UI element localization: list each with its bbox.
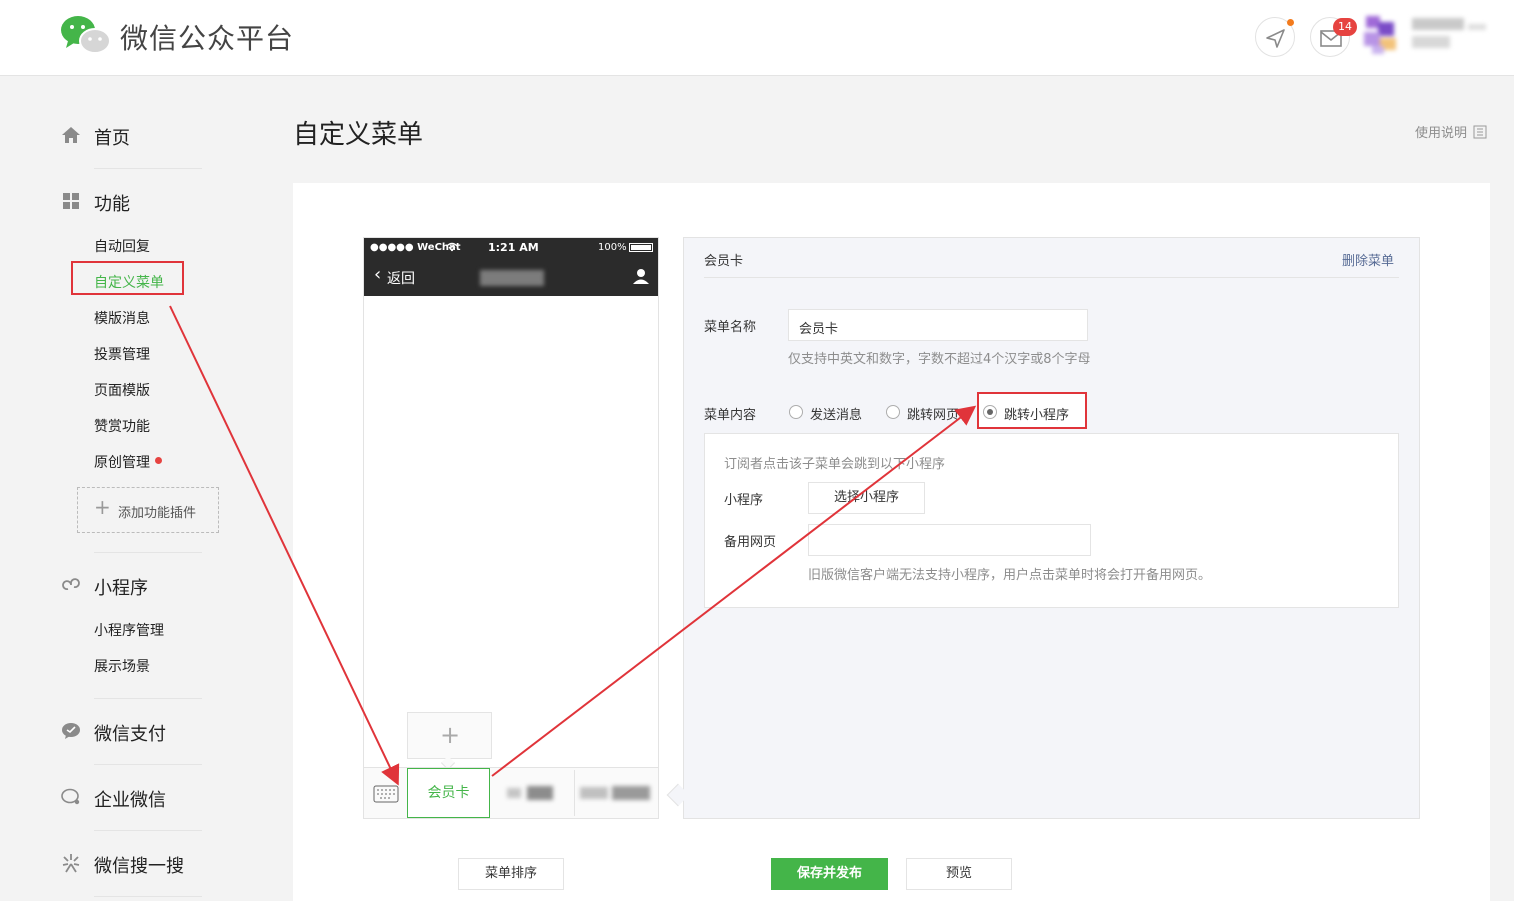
editor-heading: 会员卡 bbox=[704, 254, 744, 269]
save-publish-button[interactable]: 保存并发布 bbox=[771, 858, 888, 890]
sidebar-item-template-message[interactable]: 模版消息 bbox=[94, 308, 150, 328]
backup-page-label: 备用网页 bbox=[724, 535, 777, 550]
submenu-plus-icon: + bbox=[440, 721, 461, 749]
sidebar-wechat-search-label: 微信搜一搜 bbox=[94, 856, 184, 877]
sidebar-enterprise-wechat-label: 企业微信 bbox=[94, 790, 166, 811]
miniprogram-label: 小程序 bbox=[724, 493, 764, 508]
help-link-label: 使用说明 bbox=[1415, 126, 1468, 141]
plus-icon: + bbox=[94, 495, 111, 519]
wechat-search-icon bbox=[62, 854, 80, 873]
sidebar-item-original[interactable]: 原创管理 bbox=[94, 452, 150, 472]
delete-menu-link[interactable]: 删除菜单 bbox=[1342, 250, 1394, 269]
option-jump-webpage-label[interactable]: 跳转网页 bbox=[907, 404, 959, 423]
divider bbox=[94, 896, 202, 897]
sidebar-item-reward[interactable]: 赞赏功能 bbox=[94, 416, 150, 436]
page-title: 自定义菜单 bbox=[293, 120, 424, 150]
platform-title: 微信公众平台 bbox=[120, 22, 295, 55]
phone-time: 1:21 AM bbox=[488, 241, 539, 254]
miniprogram-description: 订阅者点击该子菜单会跳到以下小程序 bbox=[724, 457, 946, 472]
sidebar-item-vote[interactable]: 投票管理 bbox=[94, 344, 150, 364]
backup-page-input[interactable] bbox=[808, 524, 1091, 556]
menu-name-value: 会员卡 bbox=[799, 322, 839, 337]
divider bbox=[94, 552, 202, 553]
menu-name-input[interactable]: 会员卡 bbox=[788, 309, 1088, 341]
back-chevron-icon: ‹ bbox=[374, 264, 382, 285]
phone-battery-text: 100% bbox=[598, 242, 627, 253]
enterprise-wechat-icon bbox=[61, 788, 80, 805]
menu-sort-button[interactable]: 菜单排序 bbox=[458, 858, 564, 890]
top-header: 微信公众平台 14 bbox=[0, 0, 1514, 76]
sidebar-item-miniprogram-manage[interactable]: 小程序管理 bbox=[94, 620, 164, 640]
red-dot-indicator bbox=[155, 457, 162, 464]
menu-item-3-blurred[interactable] bbox=[578, 784, 654, 802]
add-plugin-button[interactable]: + 添加功能插件 bbox=[77, 487, 219, 533]
divider bbox=[94, 764, 202, 765]
menu-item-2-blurred[interactable] bbox=[505, 784, 557, 802]
miniprogram-icon bbox=[62, 578, 80, 590]
add-submenu-button[interactable]: + bbox=[407, 712, 492, 759]
radio-jump-webpage[interactable] bbox=[886, 405, 900, 419]
backup-page-hint: 旧版微信客户端无法支持小程序，用户点击菜单时将会打开备用网页。 bbox=[808, 568, 1212, 583]
sidebar-item-page-template[interactable]: 页面模版 bbox=[94, 380, 150, 400]
grid-icon bbox=[63, 193, 79, 209]
editor-divider bbox=[704, 277, 1399, 278]
sidebar-wechat-pay-label: 微信支付 bbox=[94, 724, 166, 745]
sidebar-miniprogram-label: 小程序 bbox=[94, 578, 148, 599]
add-plugin-label: 添加功能插件 bbox=[118, 506, 197, 521]
battery-icon bbox=[629, 243, 653, 252]
menu-content-label: 菜单内容 bbox=[704, 408, 757, 423]
radio-jump-miniprogram[interactable] bbox=[983, 405, 997, 419]
sidebar-item-display-scene[interactable]: 展示场景 bbox=[94, 656, 150, 676]
document-icon bbox=[1473, 125, 1487, 139]
wechat-pay-icon bbox=[62, 723, 80, 739]
sidebar-features-label: 功能 bbox=[94, 194, 130, 215]
account-name-blurred bbox=[480, 270, 544, 286]
keyboard-icon[interactable] bbox=[373, 785, 399, 803]
phone-back-label: 返回 bbox=[387, 271, 415, 287]
user-profile-icon bbox=[633, 269, 649, 284]
divider bbox=[94, 168, 202, 169]
menu-item-member-card[interactable]: 会员卡 bbox=[407, 768, 490, 818]
menu-name-hint: 仅支持中英文和数字，字数不超过4个汉字或8个字母 bbox=[788, 352, 1091, 367]
divider bbox=[94, 698, 202, 699]
account-name[interactable] bbox=[1410, 16, 1488, 52]
sidebar-home-label: 首页 bbox=[94, 128, 130, 149]
wechat-logo-icon bbox=[61, 16, 111, 54]
sidebar-item-auto-reply[interactable]: 自动回复 bbox=[94, 236, 150, 256]
notification-dot bbox=[1287, 19, 1294, 26]
menu-separator bbox=[574, 770, 575, 816]
radio-send-message[interactable] bbox=[789, 405, 803, 419]
annotation-highlight-box bbox=[71, 261, 184, 295]
select-miniprogram-button[interactable]: 选择小程序 bbox=[808, 482, 925, 514]
wifi-icon bbox=[446, 242, 458, 252]
help-link[interactable]: 使用说明 bbox=[1415, 122, 1487, 141]
menu-name-label: 菜单名称 bbox=[704, 320, 757, 335]
home-icon bbox=[62, 127, 80, 143]
preview-button[interactable]: 预览 bbox=[906, 858, 1012, 890]
option-jump-miniprogram-label[interactable]: 跳转小程序 bbox=[1004, 404, 1069, 423]
divider bbox=[94, 830, 202, 831]
message-count-badge: 14 bbox=[1333, 18, 1357, 36]
phone-status-bar: ●●●●● WeChat 1:21 AM 100% ‹ 返回 bbox=[364, 238, 658, 296]
option-send-message-label[interactable]: 发送消息 bbox=[810, 404, 862, 423]
avatar[interactable] bbox=[1362, 12, 1404, 58]
